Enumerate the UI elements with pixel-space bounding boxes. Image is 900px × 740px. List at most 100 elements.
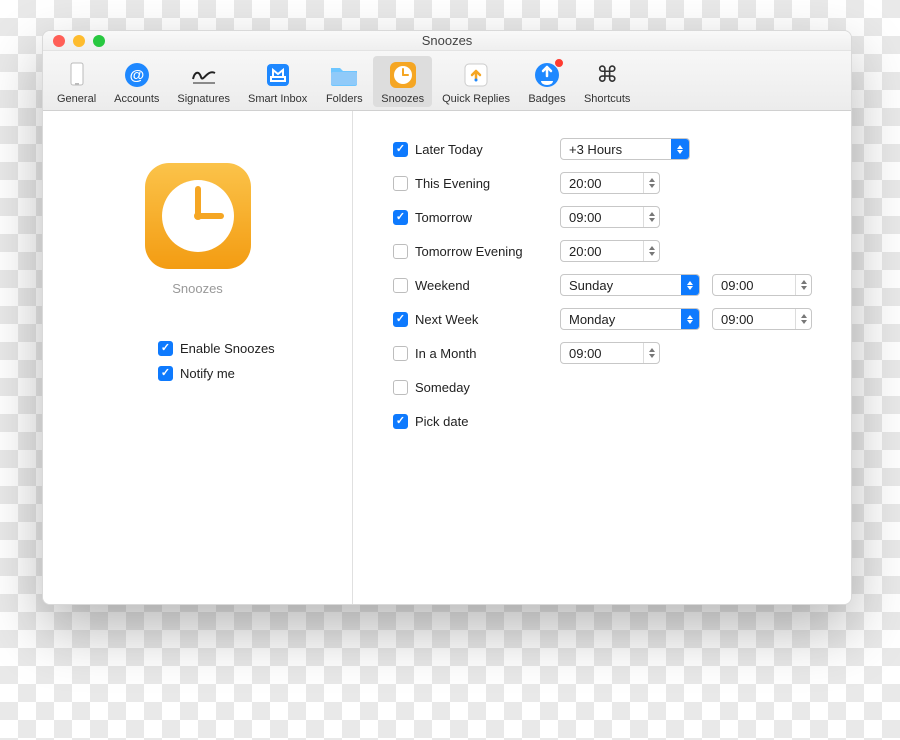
option-pick-date: Pick date (393, 407, 831, 435)
checkbox-icon (393, 244, 408, 259)
checkbox-label: Weekend (415, 278, 470, 293)
next-week-checkbox[interactable]: Next Week (393, 312, 548, 327)
stepper-arrows-icon (795, 309, 811, 329)
in-a-month-time[interactable]: 09:00 (560, 342, 660, 364)
sidebar-caption: Snoozes (172, 281, 223, 296)
select-value: Sunday (561, 278, 681, 293)
stepper-arrows-icon (643, 207, 659, 227)
toolbar: General @ Accounts Signatures Smart Inbo… (43, 51, 851, 111)
later-today-select[interactable]: +3 Hours (560, 138, 690, 160)
checkbox-label: Tomorrow Evening (415, 244, 523, 259)
checkbox-label: Someday (415, 380, 470, 395)
select-value: +3 Hours (561, 142, 671, 157)
time-value: 09:00 (561, 346, 643, 361)
option-in-a-month: In a Month 09:00 (393, 339, 831, 367)
in-a-month-checkbox[interactable]: In a Month (393, 346, 548, 361)
tab-snoozes[interactable]: Snoozes (373, 56, 432, 107)
tab-badges[interactable]: Badges (520, 56, 574, 107)
option-next-week: Next Week Monday 09:00 (393, 305, 831, 333)
option-tomorrow-evening: Tomorrow Evening 20:00 (393, 237, 831, 265)
tab-label: Accounts (114, 93, 159, 105)
checkbox-label: Pick date (415, 414, 468, 429)
snoozes-large-icon (143, 161, 253, 271)
checkbox-icon (393, 142, 408, 157)
checkbox-icon (393, 312, 408, 327)
time-value: 09:00 (713, 278, 795, 293)
tomorrow-evening-checkbox[interactable]: Tomorrow Evening (393, 244, 548, 259)
this-evening-time[interactable]: 20:00 (560, 172, 660, 194)
option-later-today: Later Today +3 Hours (393, 135, 831, 163)
sidebar: Snoozes Enable Snoozes Notify me (43, 111, 353, 604)
tab-label: Shortcuts (584, 93, 630, 105)
tab-general[interactable]: General (49, 56, 104, 107)
time-value: 09:00 (713, 312, 795, 327)
accounts-icon: @ (122, 60, 152, 90)
option-tomorrow: Tomorrow 09:00 (393, 203, 831, 231)
pick-date-checkbox[interactable]: Pick date (393, 414, 548, 429)
tomorrow-time[interactable]: 09:00 (560, 206, 660, 228)
window-title: Snoozes (43, 33, 851, 48)
checkbox-icon (393, 210, 408, 225)
tab-label: Signatures (177, 93, 230, 105)
select-arrows-icon (671, 139, 689, 159)
tab-folders[interactable]: Folders (317, 56, 371, 107)
select-arrows-icon (681, 309, 699, 329)
notify-me-checkbox[interactable]: Notify me (158, 366, 352, 381)
tab-smart-inbox[interactable]: Smart Inbox (240, 56, 315, 107)
checkbox-label: Next Week (415, 312, 478, 327)
checkbox-icon (393, 278, 408, 293)
this-evening-checkbox[interactable]: This Evening (393, 176, 548, 191)
titlebar: Snoozes (43, 31, 851, 51)
time-value: 09:00 (561, 210, 643, 225)
signatures-icon (189, 60, 219, 90)
checkbox-icon (393, 380, 408, 395)
next-week-day-select[interactable]: Monday (560, 308, 700, 330)
enable-snoozes-checkbox[interactable]: Enable Snoozes (158, 341, 352, 356)
next-week-time[interactable]: 09:00 (712, 308, 812, 330)
select-value: Monday (561, 312, 681, 327)
weekend-day-select[interactable]: Sunday (560, 274, 700, 296)
tab-quick-replies[interactable]: Quick Replies (434, 56, 518, 107)
preferences-window: Snoozes General @ Accounts Signatures (42, 30, 852, 605)
svg-text:@: @ (129, 67, 144, 84)
stepper-arrows-icon (643, 241, 659, 261)
option-someday: Someday (393, 373, 831, 401)
tab-shortcuts[interactable]: ⌘ Shortcuts (576, 56, 638, 107)
time-value: 20:00 (561, 176, 643, 191)
checkbox-label: Tomorrow (415, 210, 472, 225)
tab-label: Folders (326, 93, 363, 105)
tab-label: Quick Replies (442, 93, 510, 105)
checkbox-icon (393, 414, 408, 429)
select-arrows-icon (681, 275, 699, 295)
option-this-evening: This Evening 20:00 (393, 169, 831, 197)
checkbox-label: Notify me (180, 366, 235, 381)
later-today-checkbox[interactable]: Later Today (393, 142, 548, 157)
tab-signatures[interactable]: Signatures (169, 56, 238, 107)
tab-label: Smart Inbox (248, 93, 307, 105)
folders-icon (329, 60, 359, 90)
tomorrow-evening-time[interactable]: 20:00 (560, 240, 660, 262)
checkbox-label: In a Month (415, 346, 476, 361)
stepper-arrows-icon (643, 343, 659, 363)
option-weekend: Weekend Sunday 09:00 (393, 271, 831, 299)
snoozes-icon (388, 60, 418, 90)
shortcuts-icon: ⌘ (592, 60, 622, 90)
checkbox-icon (158, 366, 173, 381)
badges-icon (532, 60, 562, 90)
weekend-time[interactable]: 09:00 (712, 274, 812, 296)
tab-label: General (57, 93, 96, 105)
weekend-checkbox[interactable]: Weekend (393, 278, 548, 293)
general-icon (62, 60, 92, 90)
someday-checkbox[interactable]: Someday (393, 380, 548, 395)
tab-label: Badges (528, 93, 565, 105)
tomorrow-checkbox[interactable]: Tomorrow (393, 210, 548, 225)
options-panel: Later Today +3 Hours This Evening 20:00 (353, 111, 851, 604)
checkbox-icon (393, 176, 408, 191)
badge-dot-icon (554, 58, 564, 68)
tab-accounts[interactable]: @ Accounts (106, 56, 167, 107)
checkbox-label: Later Today (415, 142, 483, 157)
checkbox-icon (393, 346, 408, 361)
stepper-arrows-icon (643, 173, 659, 193)
quick-replies-icon (461, 60, 491, 90)
checkbox-label: This Evening (415, 176, 490, 191)
